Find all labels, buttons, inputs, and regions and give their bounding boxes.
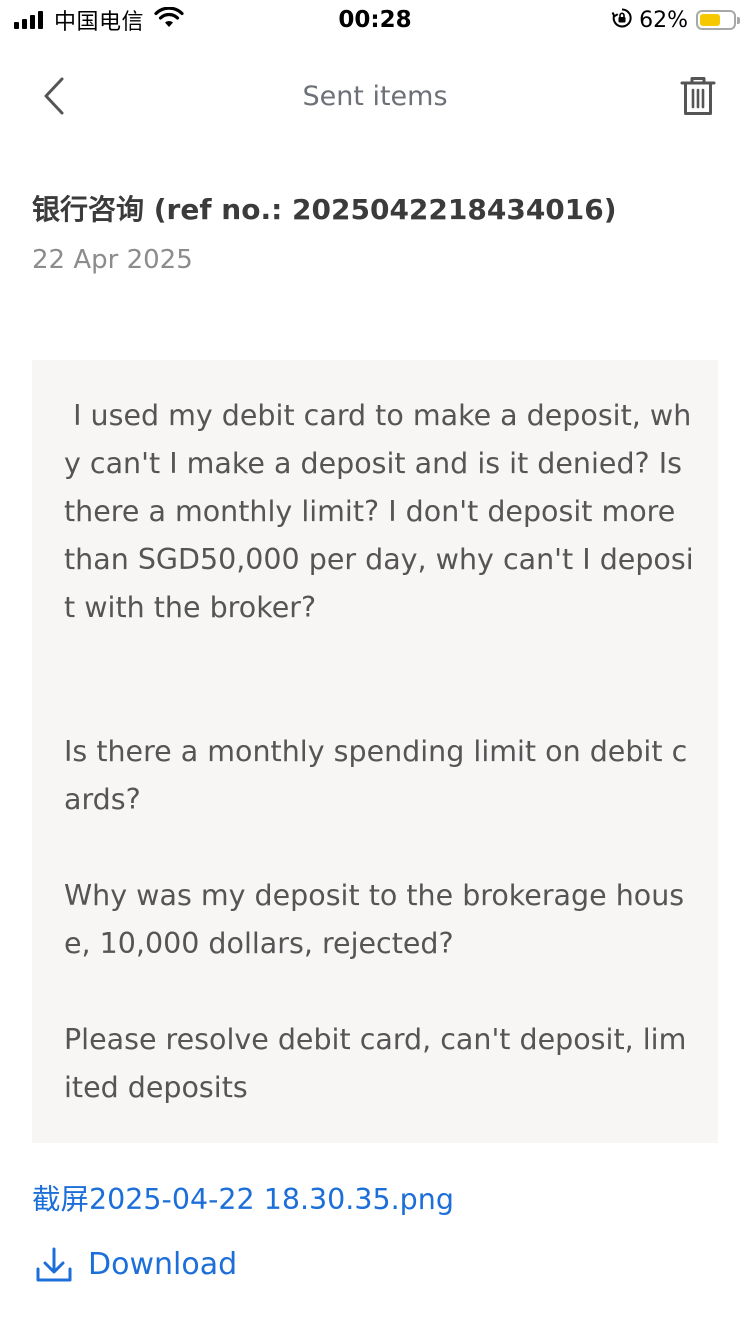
page-title: Sent items — [302, 81, 448, 112]
battery-icon — [696, 10, 740, 30]
download-button[interactable]: Download — [32, 1242, 237, 1288]
trash-icon — [680, 77, 716, 115]
download-label: Download — [88, 1247, 238, 1282]
download-icon — [32, 1243, 76, 1287]
status-bar: 中国电信 00:28 62% — [0, 0, 750, 40]
delete-button[interactable] — [672, 70, 724, 122]
message-paragraph: Is there a monthly spending limit on deb… — [64, 735, 688, 816]
status-bar-right: 62% — [611, 6, 740, 34]
message-paragraph: Why was my deposit to the brokerage hous… — [64, 879, 685, 960]
battery-level-fill — [700, 14, 720, 26]
nav-bar: Sent items — [0, 56, 750, 136]
battery-percent: 62% — [639, 7, 688, 33]
message-paragraph: I used my debit card to make a deposit, … — [64, 399, 694, 624]
message-subject: 银行咨询 (ref no.: 2025042218434016) — [32, 193, 617, 226]
attachment-link[interactable]: 截屏2025-04-22 18.30.35.png — [32, 1180, 454, 1220]
message-body: I used my debit card to make a deposit, … — [32, 360, 718, 1143]
message-date: 22 Apr 2025 — [32, 245, 193, 275]
message-paragraph: Please resolve debit card, can't deposit… — [64, 1023, 687, 1104]
orientation-lock-icon — [611, 7, 633, 33]
